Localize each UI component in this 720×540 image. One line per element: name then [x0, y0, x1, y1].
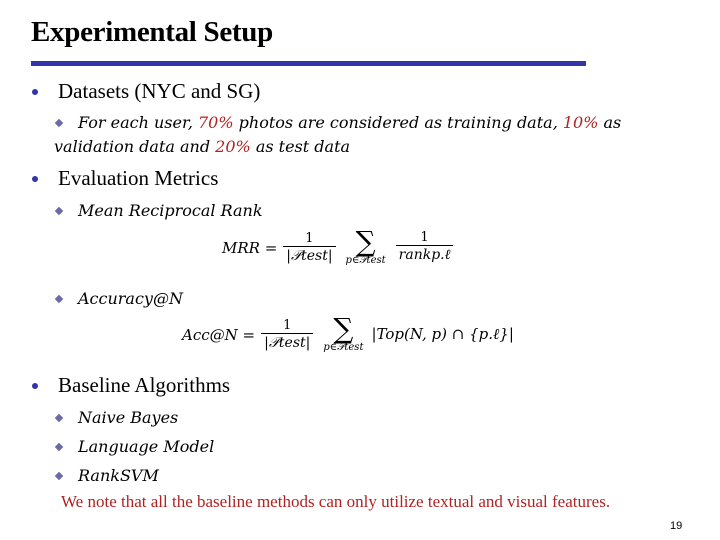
diamond-bullet-icon: [54, 294, 64, 303]
sub-bullet-mrr: Mean Reciprocal Rank: [54, 199, 263, 223]
diamond-bullet-icon: [54, 471, 64, 480]
title-underline: [31, 61, 586, 66]
acc-fraction: 1 |𝒫test|: [261, 318, 314, 351]
heading-metrics: Evaluation Metrics: [58, 166, 219, 190]
diamond-bullet-icon: [54, 413, 64, 422]
diamond-bullet-icon: [54, 206, 64, 215]
diamond-bullet-icon: [54, 442, 64, 451]
equation-acc: Acc@N = 1 |𝒫test| ∑ p∈𝒫test |Top(N, p) ∩…: [182, 312, 514, 354]
test-pct: 20%: [215, 137, 251, 156]
sub-bullet-language-model: Language Model: [54, 435, 214, 459]
split-text: For each user, 70% photos are considered…: [54, 113, 622, 156]
diamond-bullet-icon: [54, 118, 64, 127]
train-pct: 70%: [198, 113, 234, 132]
baseline-note: We note that all the baseline methods ca…: [61, 492, 611, 511]
heading-datasets: Datasets (NYC and SG): [58, 79, 261, 103]
bullet-datasets: Datasets (NYC and SG): [32, 79, 260, 104]
sub-bullet-naive-bayes: Naive Bayes: [54, 406, 178, 430]
sum-symbol: ∑ p∈𝒫test: [323, 312, 364, 354]
page-number: 19: [670, 520, 683, 532]
rank-fraction: 1 rankp.ℓ: [395, 231, 454, 264]
sub-bullet-acc: Accuracy@N: [54, 287, 183, 311]
sub-bullet-split: For each user, 70% photos are considered…: [54, 111, 621, 159]
val-pct: 10%: [562, 113, 599, 132]
bullet-dot-icon: [32, 382, 38, 389]
heading-baselines: Baseline Algorithms: [58, 373, 231, 397]
bullet-baselines: Baseline Algorithms: [32, 373, 230, 398]
bullet-metrics: Evaluation Metrics: [32, 166, 218, 191]
bullet-dot-icon: [32, 175, 38, 182]
slide-title: Experimental Setup: [31, 16, 273, 48]
sum-symbol: ∑ p∈𝒫test: [345, 225, 386, 267]
sub-bullet-ranksvm: RankSVM: [54, 464, 159, 488]
bullet-dot-icon: [32, 88, 38, 95]
equation-mrr: MRR = 1 |𝒫test| ∑ p∈𝒫test 1 rankp.ℓ: [222, 225, 459, 267]
mrr-fraction: 1 |𝒫test|: [283, 231, 336, 264]
